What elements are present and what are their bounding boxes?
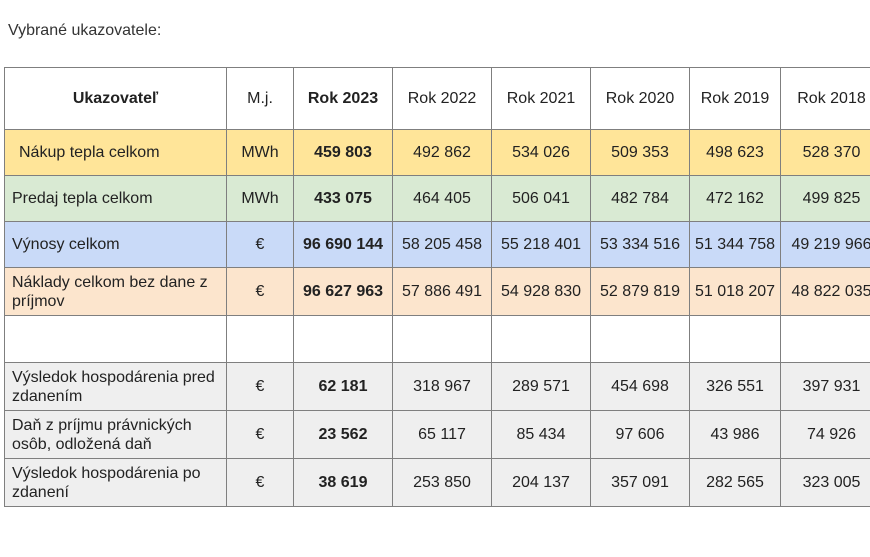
- table-row: Nákup tepla celkom MWh 459 803 492 862 5…: [4, 129, 870, 176]
- row-label: Nákup tepla celkom: [4, 129, 227, 176]
- cell-2019: 51 018 207: [689, 267, 781, 316]
- cell-2023: 23 562: [293, 410, 393, 459]
- empty-cell: [4, 315, 227, 363]
- cell-2018: 323 005: [780, 458, 870, 507]
- cell-2023: 38 619: [293, 458, 393, 507]
- row-unit: €: [226, 221, 294, 268]
- cell-2020: 357 091: [590, 458, 690, 507]
- row-unit: €: [226, 458, 294, 507]
- header-unit: M.j.: [226, 67, 294, 130]
- indicators-table: Ukazovateľ M.j. Rok 2023 Rok 2022 Rok 20…: [4, 67, 870, 507]
- cell-2019: 282 565: [689, 458, 781, 507]
- row-label: Predaj tepla celkom: [4, 175, 227, 222]
- cell-2018: 74 926: [780, 410, 870, 459]
- cell-2022: 318 967: [392, 362, 492, 411]
- cell-2023: 96 627 963: [293, 267, 393, 316]
- table-row: Predaj tepla celkom MWh 433 075 464 405 …: [4, 175, 870, 222]
- empty-cell: [689, 315, 781, 363]
- cell-2023: 96 690 144: [293, 221, 393, 268]
- cell-2021: 289 571: [491, 362, 591, 411]
- row-unit: €: [226, 410, 294, 459]
- row-unit: MWh: [226, 175, 294, 222]
- cell-2022: 58 205 458: [392, 221, 492, 268]
- empty-cell: [226, 315, 294, 363]
- cell-2022: 57 886 491: [392, 267, 492, 316]
- empty-cell: [293, 315, 393, 363]
- cell-2021: 534 026: [491, 129, 591, 176]
- table-row: Výnosy celkom € 96 690 144 58 205 458 55…: [4, 221, 870, 268]
- cell-2018: 48 822 035: [780, 267, 870, 316]
- cell-2022: 65 117: [392, 410, 492, 459]
- cell-2021: 55 218 401: [491, 221, 591, 268]
- cell-2021: 85 434: [491, 410, 591, 459]
- header-year-2022: Rok 2022: [392, 67, 492, 130]
- table-row: Výsledok hospodárenia pred zdanením € 62…: [4, 362, 870, 411]
- row-label: Výnosy celkom: [4, 221, 227, 268]
- table-row: Výsledok hospodárenia po zdanení € 38 61…: [4, 458, 870, 507]
- header-year-2020: Rok 2020: [590, 67, 690, 130]
- table-row: Náklady celkom bez dane z príjmov € 96 6…: [4, 267, 870, 316]
- empty-cell: [590, 315, 690, 363]
- cell-2020: 509 353: [590, 129, 690, 176]
- empty-row: [4, 315, 870, 363]
- cell-2018: 528 370: [780, 129, 870, 176]
- cell-2020: 454 698: [590, 362, 690, 411]
- cell-2020: 482 784: [590, 175, 690, 222]
- header-year-2023: Rok 2023: [293, 67, 393, 130]
- cell-2023: 62 181: [293, 362, 393, 411]
- empty-cell: [780, 315, 870, 363]
- cell-2022: 253 850: [392, 458, 492, 507]
- row-label: Náklady celkom bez dane z príjmov: [4, 267, 227, 316]
- cell-2018: 397 931: [780, 362, 870, 411]
- row-label: Daň z príjmu právnických osôb, odložená …: [4, 410, 227, 459]
- cell-2018: 49 219 966: [780, 221, 870, 268]
- row-unit: MWh: [226, 129, 294, 176]
- header-year-2018: Rok 2018: [780, 67, 870, 130]
- cell-2018: 499 825: [780, 175, 870, 222]
- cell-2022: 464 405: [392, 175, 492, 222]
- header-year-2019: Rok 2019: [689, 67, 781, 130]
- empty-cell: [491, 315, 591, 363]
- cell-2021: 204 137: [491, 458, 591, 507]
- cell-2019: 43 986: [689, 410, 781, 459]
- cell-2020: 52 879 819: [590, 267, 690, 316]
- row-unit: €: [226, 267, 294, 316]
- row-label: Výsledok hospodárenia pred zdanením: [4, 362, 227, 411]
- cell-2020: 97 606: [590, 410, 690, 459]
- cell-2023: 433 075: [293, 175, 393, 222]
- cell-2021: 54 928 830: [491, 267, 591, 316]
- cell-2019: 326 551: [689, 362, 781, 411]
- table-row: Daň z príjmu právnických osôb, odložená …: [4, 410, 870, 459]
- cell-2023: 459 803: [293, 129, 393, 176]
- cell-2021: 506 041: [491, 175, 591, 222]
- cell-2019: 498 623: [689, 129, 781, 176]
- cell-2019: 51 344 758: [689, 221, 781, 268]
- empty-cell: [392, 315, 492, 363]
- row-label: Výsledok hospodárenia po zdanení: [4, 458, 227, 507]
- row-unit: €: [226, 362, 294, 411]
- cell-2020: 53 334 516: [590, 221, 690, 268]
- header-indicator: Ukazovateľ: [4, 67, 227, 130]
- header-year-2021: Rok 2021: [491, 67, 591, 130]
- cell-2019: 472 162: [689, 175, 781, 222]
- table-caption: Vybrané ukazovatele:: [8, 22, 162, 39]
- cell-2022: 492 862: [392, 129, 492, 176]
- header-row: Ukazovateľ M.j. Rok 2023 Rok 2022 Rok 20…: [4, 67, 870, 130]
